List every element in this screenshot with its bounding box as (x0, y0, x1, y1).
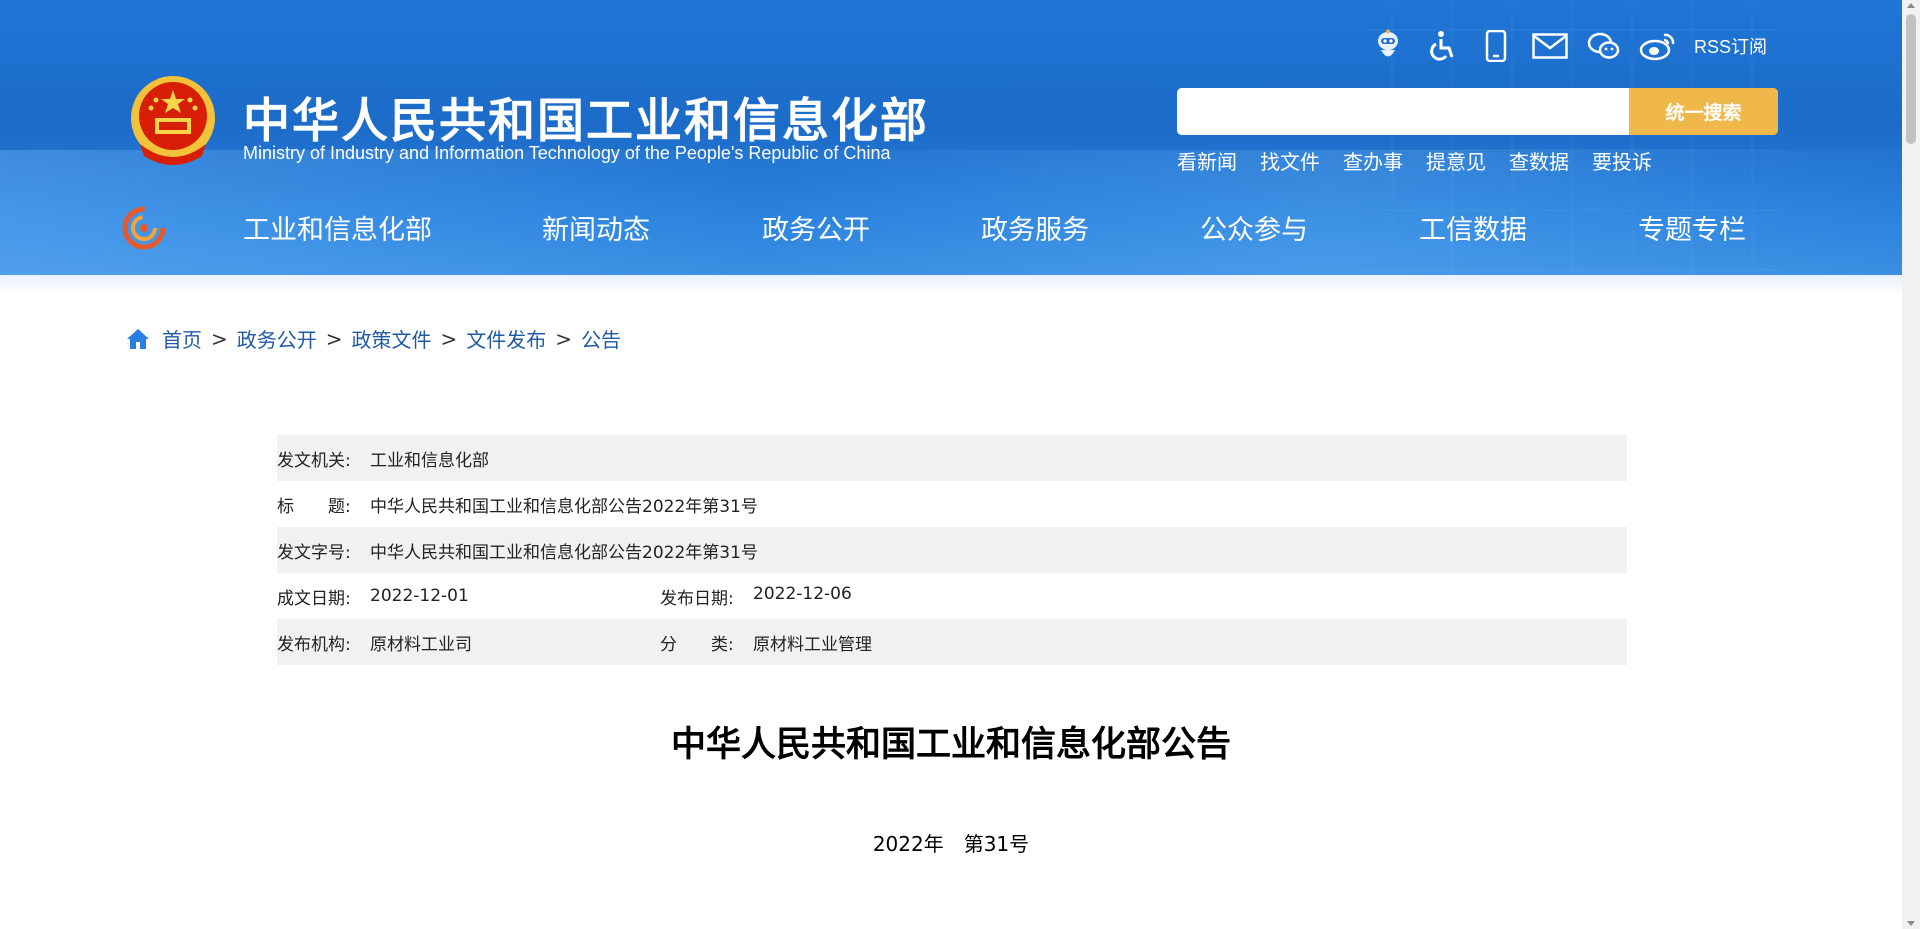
scroll-up-arrow-icon[interactable] (1907, 3, 1915, 8)
quick-link-files[interactable]: 找文件 (1260, 146, 1320, 175)
document-metadata-table: 发文机关: 工业和信息化部 标 题: 中华人民共和国工业和信息化部公告2022年… (277, 435, 1627, 665)
home-icon[interactable] (126, 328, 150, 350)
quick-link-feedback[interactable]: 提意见 (1426, 146, 1486, 175)
meta-label: 发文字号: (277, 542, 351, 563)
meta-label: 发布日期: (660, 588, 734, 609)
nav-item-public-participation[interactable]: 公众参与 (1200, 208, 1308, 247)
nav-item-data[interactable]: 工信数据 (1419, 208, 1527, 247)
quick-link-data[interactable]: 查数据 (1509, 146, 1569, 175)
meta-label: 发布机构: (277, 634, 351, 655)
quick-link-services[interactable]: 查办事 (1343, 146, 1403, 175)
mobile-icon[interactable] (1476, 26, 1516, 66)
meta-value: 工业和信息化部 (370, 450, 489, 471)
nav-item-news[interactable]: 新闻动态 (542, 208, 650, 247)
quick-link-complaint[interactable]: 要投诉 (1592, 146, 1652, 175)
main-nav: 工业和信息化部 新闻动态 政务公开 政务服务 公众参与 工信数据 专题专栏 (0, 208, 1902, 252)
quick-link-news[interactable]: 看新闻 (1177, 146, 1237, 175)
meta-value: 2022-12-06 (753, 583, 852, 604)
breadcrumb-separator: > (555, 326, 573, 351)
meta-value: 原材料工业司 (370, 634, 472, 655)
breadcrumb-separator: > (211, 326, 228, 351)
mail-icon[interactable] (1530, 26, 1570, 66)
weibo-icon[interactable] (1638, 26, 1678, 66)
meta-value: 中华人民共和国工业和信息化部公告2022年第31号 (370, 542, 758, 563)
meta-label: 发文机关: (277, 450, 351, 471)
nav-item-special-topics[interactable]: 专题专栏 (1638, 208, 1746, 247)
meta-label: 分 类: (660, 634, 734, 655)
document-number: 2022年 第31号 (872, 832, 1030, 856)
breadcrumb-separator: > (325, 326, 343, 351)
wechat-icon[interactable] (1584, 26, 1624, 66)
meta-value: 2022-12-01 (370, 586, 469, 606)
scrollbar-thumb[interactable] (1906, 14, 1916, 144)
nav-item-gov-services[interactable]: 政务服务 (981, 208, 1089, 247)
meta-row-issuer: 发文机关: 工业和信息化部 (277, 435, 1627, 481)
meta-row-dates: 成文日期: 2022-12-01 发布日期: 2022-12-06 (277, 573, 1627, 619)
header-toolbar: RSS订阅 (1368, 24, 1767, 68)
meta-value: 中华人民共和国工业和信息化部公告2022年第31号 (370, 496, 758, 517)
breadcrumb: 首页 > 政务公开 > 政策文件 > 文件发布 > 公告 (126, 324, 621, 353)
site-title[interactable]: 中华人民共和国工业和信息化部 (243, 82, 929, 151)
vertical-scrollbar[interactable] (1902, 0, 1920, 929)
site-header: 中华人民共和国工业和信息化部 Ministry of Industry and … (0, 0, 1902, 275)
meta-col-publish-date: 发布日期: 2022-12-06 (660, 584, 852, 609)
breadcrumb-separator: > (440, 326, 458, 351)
rss-link[interactable]: RSS订阅 (1694, 33, 1767, 59)
meta-col-category: 分 类: 原材料工业管理 (660, 630, 872, 655)
breadcrumb-announcement[interactable]: 公告 (581, 324, 621, 353)
meta-row-publisher: 发布机构: 原材料工业司 分 类: 原材料工业管理 (277, 619, 1627, 665)
search-box: 统一搜索 (1177, 88, 1778, 135)
national-emblem-icon (131, 76, 215, 165)
breadcrumb-gov-affairs[interactable]: 政务公开 (237, 324, 317, 353)
accessibility-icon[interactable] (1422, 26, 1462, 66)
nav-item-gov-affairs[interactable]: 政务公开 (762, 208, 870, 247)
meta-label: 成文日期: (277, 588, 351, 609)
meta-row-doc-no: 发文字号: 中华人民共和国工业和信息化部公告2022年第31号 (277, 527, 1627, 573)
header-shadow (0, 275, 1902, 295)
site-subtitle: Ministry of Industry and Information Tec… (243, 143, 891, 163)
document-heading: 中华人民共和国工业和信息化部公告 (670, 725, 1231, 765)
search-button[interactable]: 统一搜索 (1629, 88, 1778, 135)
breadcrumb-policy-files[interactable]: 政策文件 (352, 324, 432, 353)
robot-assistant-icon[interactable] (1368, 26, 1408, 66)
quick-links: 看新闻 找文件 查办事 提意见 查数据 要投诉 (1177, 146, 1675, 175)
breadcrumb-file-release[interactable]: 文件发布 (466, 324, 546, 353)
search-input[interactable] (1177, 88, 1629, 135)
breadcrumb-home[interactable]: 首页 (162, 324, 202, 353)
scroll-down-arrow-icon[interactable] (1907, 921, 1915, 926)
nav-item-ministry[interactable]: 工业和信息化部 (243, 208, 432, 247)
meta-row-title: 标 题: 中华人民共和国工业和信息化部公告2022年第31号 (277, 481, 1627, 527)
meta-value: 原材料工业管理 (753, 634, 872, 655)
meta-label: 标 题: (277, 496, 351, 517)
